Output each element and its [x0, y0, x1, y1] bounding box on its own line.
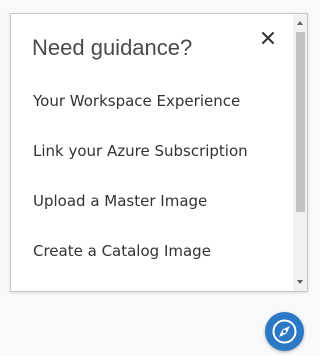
scroll-down-arrow-icon: [297, 280, 303, 284]
scroll-thumb[interactable]: [296, 32, 305, 212]
menu-item-workspace-experience[interactable]: Your Workspace Experience: [33, 89, 248, 139]
vertical-scrollbar[interactable]: [293, 14, 307, 291]
close-icon: [262, 32, 274, 44]
scroll-down-button[interactable]: [293, 275, 307, 289]
menu-item-link-azure-subscription[interactable]: Link your Azure Subscription: [33, 139, 248, 189]
guidance-panel: Need guidance? Your Workspace Experience…: [10, 13, 308, 292]
menu-item-create-catalog-image[interactable]: Create a Catalog Image: [33, 239, 248, 289]
menu-item-upload-master-image[interactable]: Upload a Master Image: [33, 189, 248, 239]
scroll-up-arrow-icon: [297, 21, 303, 25]
close-button[interactable]: [258, 28, 278, 48]
page: Need guidance? Your Workspace Experience…: [0, 0, 311, 356]
compass-icon: [272, 319, 297, 344]
panel-title: Need guidance?: [32, 35, 193, 60]
scroll-up-button[interactable]: [293, 16, 307, 30]
guidance-menu: Your Workspace Experience Link your Azur…: [33, 89, 248, 289]
guidance-button[interactable]: [265, 312, 304, 351]
